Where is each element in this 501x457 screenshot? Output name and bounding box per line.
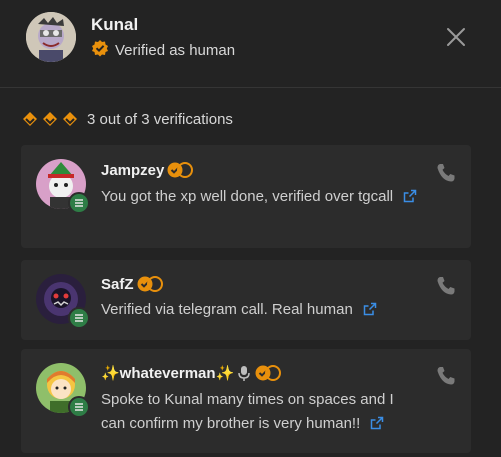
external-link-icon[interactable] <box>403 187 417 211</box>
verification-message: Spoke to Kunal many times on spaces and … <box>101 388 416 438</box>
external-link-icon[interactable] <box>370 414 384 438</box>
stack-icon <box>75 314 83 322</box>
stack-icon <box>75 403 83 411</box>
orange-diamond-icon <box>63 112 77 126</box>
verification-message: Verified via telegram call. Real human <box>101 298 431 324</box>
verified-badge-icon <box>91 39 109 61</box>
verifier-name: ✨whateverman✨ <box>101 364 282 382</box>
verification-status: Verified as human <box>91 39 235 61</box>
verified-badge-icon <box>137 276 163 292</box>
verification-message-text: Spoke to Kunal many times on spaces and … <box>101 391 394 432</box>
verifier-name-text: Jampzey <box>101 161 165 179</box>
verification-message-text: You got the xp well done, verified over … <box>101 188 394 205</box>
call-button[interactable] <box>435 275 457 297</box>
orange-diamond-icon <box>43 112 57 126</box>
status-badge <box>68 396 90 418</box>
verification-message-text: Verified via telegram call. Real human <box>101 301 353 318</box>
verification-card: ✨whateverman✨ Spoke to Kunal many times … <box>21 349 471 453</box>
close-button[interactable] <box>443 24 469 50</box>
verification-card: Jampzey You got the xp well done, verifi… <box>21 145 471 248</box>
verifier-name: SafZ <box>101 275 164 293</box>
close-icon[interactable] <box>443 24 469 50</box>
profile-header: Kunal Verified as human <box>0 0 501 88</box>
microphone-icon <box>238 366 250 381</box>
phone-icon[interactable] <box>435 275 457 297</box>
verification-message: You got the xp well done, verified over … <box>101 185 431 211</box>
verification-summary: 3 out of 3 verifications <box>21 110 233 128</box>
status-badge <box>68 192 90 214</box>
call-button[interactable] <box>435 365 457 387</box>
profile-name: Kunal <box>91 15 139 34</box>
orange-diamond-icon <box>23 112 37 126</box>
stack-icon <box>75 199 83 207</box>
verified-badge-icon <box>255 365 282 381</box>
summary-text: 3 out of 3 verifications <box>87 110 233 128</box>
profile-avatar <box>26 12 76 62</box>
phone-icon[interactable] <box>435 162 457 184</box>
verification-card: SafZ Verified via telegram call. Real hu… <box>21 260 471 340</box>
verifier-name: Jampzey <box>101 161 194 179</box>
call-button[interactable] <box>435 162 457 184</box>
verification-status-text: Verified as human <box>115 41 236 59</box>
external-link-icon[interactable] <box>363 300 377 324</box>
verified-badge-icon <box>167 162 194 178</box>
verifier-name-text: ✨whateverman✨ <box>101 365 235 382</box>
header-divider <box>0 87 501 88</box>
phone-icon[interactable] <box>435 365 457 387</box>
summary-badges <box>21 110 79 128</box>
verifier-name-text: SafZ <box>101 275 134 293</box>
status-badge <box>68 307 90 329</box>
